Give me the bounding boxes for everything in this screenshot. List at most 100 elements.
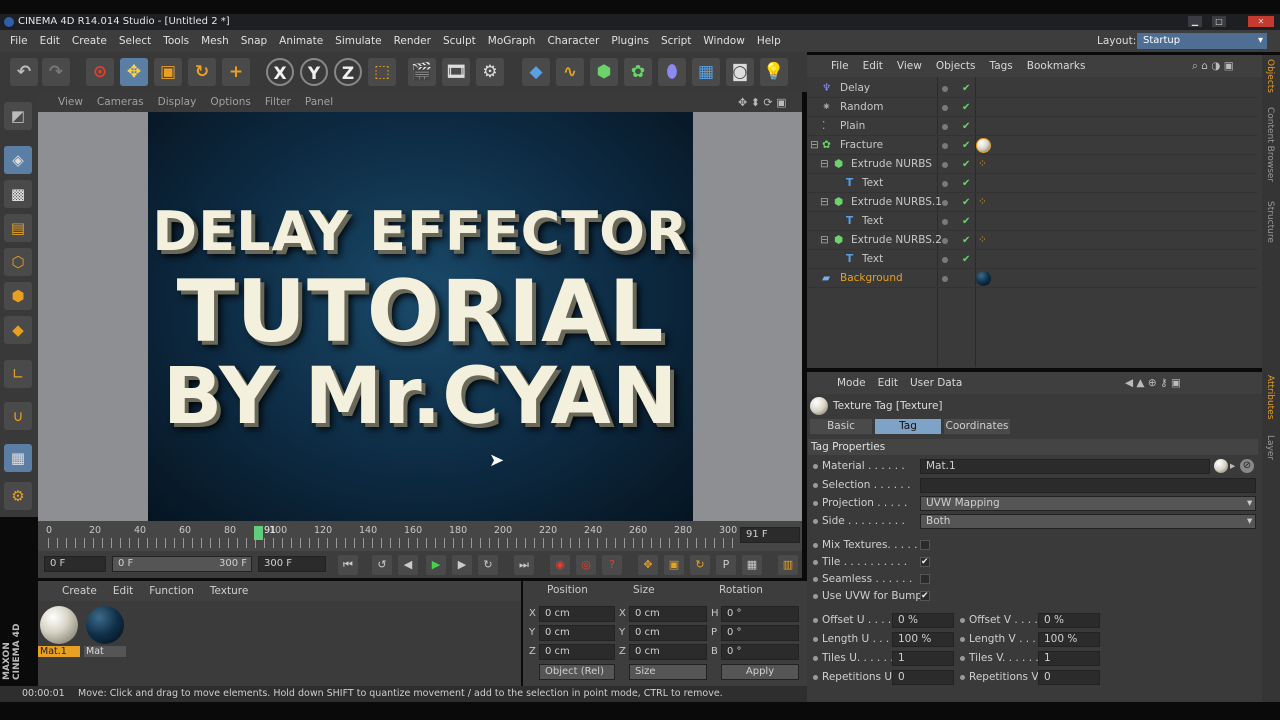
side-tab-structure[interactable]: Structure: [1265, 201, 1275, 243]
timeline-scheme-icon[interactable]: ▥: [778, 555, 798, 575]
spline-icon[interactable]: ∿: [556, 58, 584, 86]
repetitions-v-field[interactable]: 0: [1038, 670, 1100, 685]
position-x-field[interactable]: 0 cm: [539, 606, 615, 622]
object-row-text[interactable]: T Text ✔: [808, 174, 1258, 193]
enabled-check-icon[interactable]: ✔: [962, 117, 970, 136]
end-frame-field[interactable]: 300 F: [258, 556, 326, 572]
phong-tag-icon[interactable]: ⁘: [978, 231, 987, 250]
menu-file[interactable]: File: [10, 35, 28, 47]
rotation-h-field[interactable]: 0 °: [721, 606, 799, 622]
menu-select[interactable]: Select: [119, 35, 151, 47]
collapse-icon[interactable]: ⊟: [810, 136, 819, 155]
collapse-icon[interactable]: ⊟: [820, 155, 829, 174]
tab-coordinates[interactable]: Coordinates: [944, 419, 1010, 434]
polygons-mode-icon[interactable]: ◆: [4, 316, 32, 344]
side-select[interactable]: Both: [920, 514, 1256, 529]
enabled-check-icon[interactable]: ✔: [962, 79, 970, 98]
size-y-field[interactable]: 0 cm: [629, 625, 707, 641]
create-tool-icon[interactable]: +: [222, 58, 250, 86]
visibility-dot[interactable]: [942, 219, 948, 225]
key-scale-icon[interactable]: ▣: [664, 555, 684, 575]
menu-tools[interactable]: Tools: [163, 35, 189, 47]
animate-dot[interactable]: [813, 577, 818, 582]
light-icon[interactable]: 💡: [760, 58, 788, 86]
deformer-icon[interactable]: ⬮: [658, 58, 686, 86]
render-picture-viewer-icon[interactable]: 🎞: [442, 58, 470, 86]
nurbs-icon[interactable]: ⬢: [590, 58, 618, 86]
mix-textures-checkbox[interactable]: [920, 540, 930, 550]
render-settings-icon[interactable]: ⚙: [476, 58, 504, 86]
offset-v-field[interactable]: 0 %: [1038, 613, 1100, 628]
menu-edit[interactable]: Edit: [40, 35, 60, 47]
coords-mode-select[interactable]: Object (Rel): [539, 664, 615, 680]
phong-tag-icon[interactable]: ⁘: [978, 155, 987, 174]
points-mode-icon[interactable]: ⬡: [4, 248, 32, 276]
enabled-check-icon[interactable]: ✔: [962, 136, 970, 155]
collapse-icon[interactable]: ⊟: [820, 193, 829, 212]
keyframe-selection-icon[interactable]: ?: [602, 555, 622, 575]
menu-script[interactable]: Script: [661, 35, 691, 47]
enabled-check-icon[interactable]: ✔: [962, 98, 970, 117]
object-menu-edit[interactable]: Edit: [863, 60, 883, 72]
object-menu-bookmarks[interactable]: Bookmarks: [1027, 60, 1086, 72]
range-slider[interactable]: 0 F 300 F: [112, 556, 252, 572]
viewport-menu-display[interactable]: Display: [158, 96, 197, 108]
tiles-u-field[interactable]: 1: [892, 651, 954, 666]
object-row-plain[interactable]: ⁚ Plain ✔: [808, 117, 1258, 136]
key-position-icon[interactable]: ✥: [638, 555, 658, 575]
workplane-icon[interactable]: ▤: [4, 214, 32, 242]
size-z-field[interactable]: 0 cm: [629, 644, 707, 660]
visibility-dot[interactable]: [942, 181, 948, 187]
selection-field[interactable]: [920, 478, 1256, 493]
coordinate-system-icon[interactable]: ⬚: [368, 58, 396, 86]
animate-dot[interactable]: [813, 519, 818, 524]
side-tab-objects[interactable]: Objects: [1265, 59, 1275, 93]
side-tab-layer[interactable]: Layer: [1265, 435, 1275, 460]
menu-snap[interactable]: Snap: [241, 35, 267, 47]
position-y-field[interactable]: 0 cm: [539, 625, 615, 641]
menu-mograph[interactable]: MoGraph: [488, 35, 536, 47]
object-menu-tags[interactable]: Tags: [990, 60, 1013, 72]
seamless-checkbox[interactable]: [920, 574, 930, 584]
material-link-field[interactable]: Mat.1: [920, 459, 1210, 474]
tab-basic[interactable]: Basic: [810, 419, 872, 434]
viewport-nav-icons[interactable]: ✥ ⬍ ⟳ ▣: [738, 96, 787, 109]
visibility-dot[interactable]: [942, 257, 948, 263]
material-swatch-mat[interactable]: Mat: [84, 604, 126, 657]
visibility-dot[interactable]: [942, 143, 948, 149]
object-menu-view[interactable]: View: [897, 60, 922, 72]
visibility-dot[interactable]: [942, 200, 948, 206]
phong-tag-icon[interactable]: ⁘: [978, 193, 987, 212]
object-menu-file[interactable]: File: [831, 60, 849, 72]
play-icon[interactable]: ▶: [426, 555, 446, 575]
start-frame-field[interactable]: 0 F: [44, 556, 106, 572]
next-key-icon[interactable]: ↻: [478, 555, 498, 575]
rotate-tool-icon[interactable]: ↻: [188, 58, 216, 86]
axis-mode-icon[interactable]: ∟: [4, 360, 32, 388]
projection-select[interactable]: UVW Mapping: [920, 496, 1256, 511]
material-menu-function[interactable]: Function: [149, 585, 194, 597]
tile-checkbox[interactable]: ✔: [920, 557, 930, 567]
tiles-v-field[interactable]: 1: [1038, 651, 1100, 666]
key-pla-icon[interactable]: ▦: [742, 555, 762, 575]
menu-simulate[interactable]: Simulate: [335, 35, 381, 47]
animate-dot[interactable]: [960, 656, 965, 661]
menu-render[interactable]: Render: [394, 35, 431, 47]
menu-mesh[interactable]: Mesh: [201, 35, 229, 47]
menu-plugins[interactable]: Plugins: [611, 35, 649, 47]
z-axis-lock-icon[interactable]: Z: [334, 58, 362, 86]
menu-character[interactable]: Character: [547, 35, 599, 47]
object-row-text[interactable]: T Text ✔: [808, 250, 1258, 269]
autokeying-icon[interactable]: ◎: [576, 555, 596, 575]
camera-icon[interactable]: ◙: [726, 58, 754, 86]
visibility-dot[interactable]: [942, 162, 948, 168]
maximize-button[interactable]: □: [1212, 16, 1226, 27]
make-editable-icon[interactable]: ◩: [4, 102, 32, 130]
timeline-ruler[interactable]: 0 20 40 60 80 100 120 140 160 180 200 22…: [38, 521, 802, 551]
animate-dot[interactable]: [813, 501, 818, 506]
object-row-extrude-nurbs[interactable]: ⊟ ⬢ Extrude NURBS ✔ ⁘: [808, 155, 1258, 174]
enabled-check-icon[interactable]: ✔: [962, 212, 970, 231]
attr-nav-icons[interactable]: ◀ ▲ ⊕ ⚷ ▣: [1125, 377, 1181, 389]
enabled-check-icon[interactable]: ✔: [962, 174, 970, 193]
playhead[interactable]: [254, 526, 263, 540]
